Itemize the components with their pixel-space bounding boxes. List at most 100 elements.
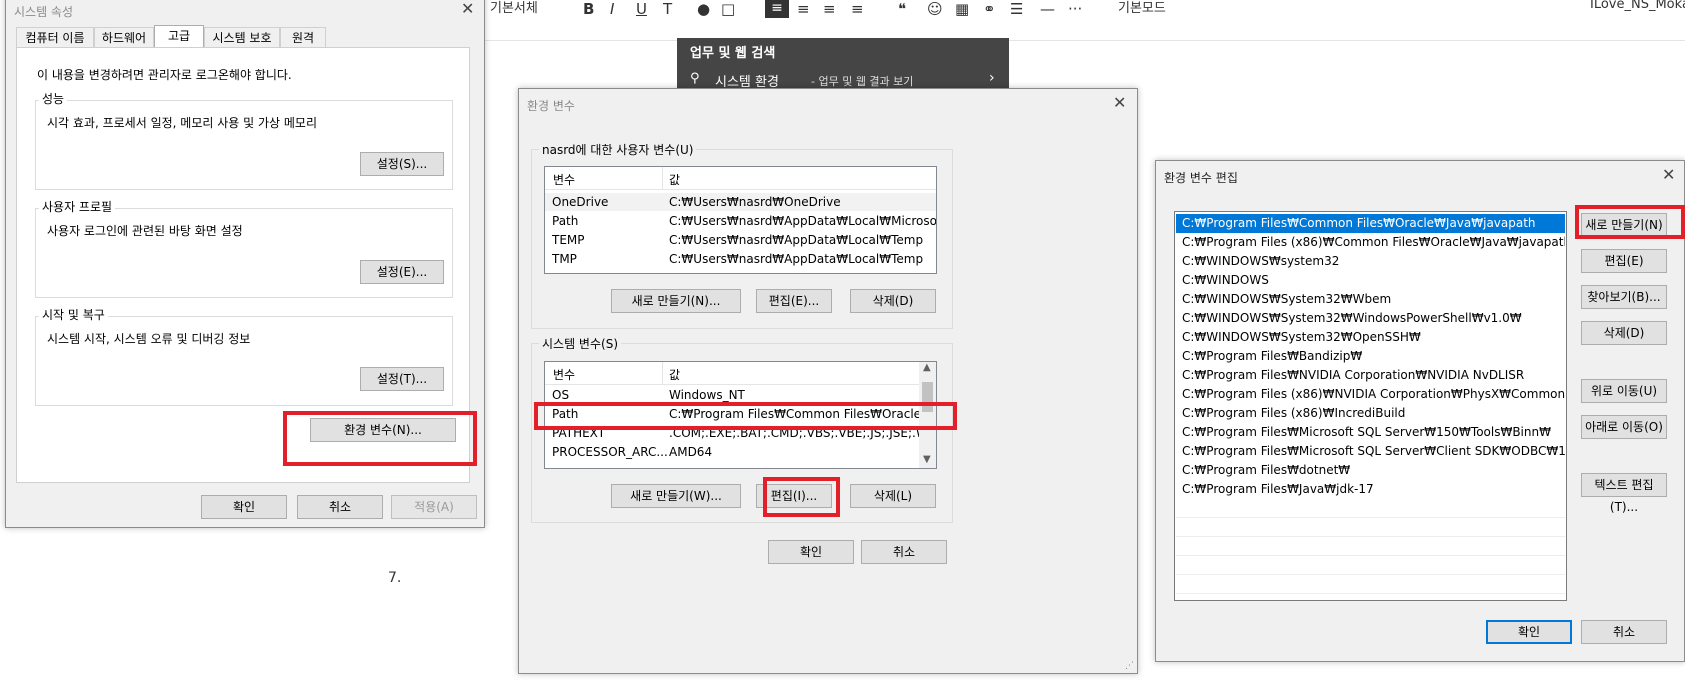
close-icon[interactable]: ✕ bbox=[461, 0, 474, 18]
list-item[interactable]: C:₩WINDOWS₩system32 bbox=[1176, 252, 1565, 271]
ok-button[interactable]: 확인 bbox=[1486, 620, 1572, 644]
list-item[interactable] bbox=[1176, 499, 1565, 518]
tab-hardware[interactable]: 하드웨어 bbox=[94, 27, 154, 47]
list-item[interactable]: C:₩Program Files₩NVIDIA Corporation₩NVID… bbox=[1176, 366, 1565, 385]
editor-toolbar bbox=[480, 0, 1685, 41]
column-value[interactable]: 값 bbox=[669, 366, 680, 383]
apply-button[interactable]: 적용(A) bbox=[391, 495, 477, 519]
startup-desc: 시스템 시작, 시스템 오류 및 디버깅 정보 bbox=[47, 332, 251, 346]
list-item[interactable]: C:₩WINDOWS bbox=[1176, 271, 1565, 290]
table-row[interactable]: Path C:₩Users₩nasrd₩AppData₩Local₩Microso… bbox=[545, 212, 936, 230]
list-item[interactable]: C:₩Program Files (x86)₩IncrediBuild bbox=[1176, 404, 1565, 423]
column-value[interactable]: 값 bbox=[669, 171, 680, 188]
table-icon[interactable]: ▦ bbox=[955, 0, 969, 18]
list-item[interactable]: C:₩Program Files₩Common Files₩Oracle₩Jav… bbox=[1176, 214, 1565, 233]
list-header: 변수 값 bbox=[545, 362, 919, 385]
list-item[interactable]: C:₩WINDOWS₩System32₩WindowsPowerShell₩v1… bbox=[1176, 309, 1565, 328]
column-divider bbox=[662, 167, 663, 189]
list-item[interactable]: C:₩Program Files₩Java₩jdk-17 bbox=[1176, 480, 1565, 499]
user-profile-desc: 사용자 로그인에 관련된 바탕 화면 설정 bbox=[47, 224, 243, 238]
cancel-button[interactable]: 취소 bbox=[1581, 620, 1667, 644]
tab-advanced[interactable]: 고급 bbox=[154, 25, 204, 48]
user-new-button[interactable]: 새로 만들기(N)... bbox=[611, 289, 741, 313]
admin-note: 이 내용을 변경하려면 관리자로 로그온해야 합니다. bbox=[37, 68, 292, 82]
column-variable[interactable]: 변수 bbox=[553, 171, 575, 188]
cancel-button[interactable]: 취소 bbox=[861, 540, 947, 564]
column-variable[interactable]: 변수 bbox=[553, 366, 575, 383]
list-item[interactable]: C:₩Program Files (x86)₩NVIDIA Corporatio… bbox=[1176, 385, 1565, 404]
ok-button[interactable]: 확인 bbox=[201, 495, 287, 519]
tab-remote[interactable]: 원격 bbox=[280, 27, 326, 47]
list-item[interactable]: C:₩Program Files (x86)₩Common Files₩Orac… bbox=[1176, 233, 1565, 252]
list-icon[interactable]: ☰ bbox=[1010, 0, 1023, 18]
path-list[interactable]: C:₩Program Files₩Common Files₩Oracle₩Jav… bbox=[1174, 211, 1567, 601]
list-item[interactable]: C:₩WINDOWS₩System32₩Wbem bbox=[1176, 290, 1565, 309]
user-vars-list[interactable]: 변수 값 OneDrive C:₩Users₩nasrd₩OneDrive Pat… bbox=[544, 166, 937, 274]
highlight-env-button bbox=[283, 411, 477, 466]
scroll-up-icon[interactable]: ▲ bbox=[923, 362, 931, 373]
emoji-icon[interactable]: ☺ bbox=[927, 0, 943, 18]
system-new-button[interactable]: 새로 만들기(W)... bbox=[611, 484, 741, 508]
align-right-icon[interactable]: ≡ bbox=[823, 0, 836, 18]
italic-icon[interactable]: I bbox=[610, 0, 614, 18]
align-left-icon[interactable]: ≡ bbox=[765, 0, 789, 18]
delete-button[interactable]: 삭제(D) bbox=[1581, 321, 1667, 345]
user-profile-settings-button[interactable]: 설정(E)... bbox=[360, 260, 444, 284]
move-down-button[interactable]: 아래로 이동(O) bbox=[1581, 415, 1667, 439]
search-hint: - 업무 및 웹 결과 보기 bbox=[811, 75, 914, 88]
resize-grip-icon[interactable]: ⋰ bbox=[1125, 661, 1134, 671]
dialog-title: 환경 변수 편집 bbox=[1164, 171, 1238, 185]
cancel-button[interactable]: 취소 bbox=[297, 495, 383, 519]
list-item[interactable]: C:₩Program Files₩Bandizip₩ bbox=[1176, 347, 1565, 366]
font-style-select[interactable]: 기본서체 bbox=[490, 0, 538, 16]
tab-system-protection[interactable]: 시스템 보호 bbox=[204, 27, 280, 47]
tab-computer-name[interactable]: 컴퓨터 이름 bbox=[16, 27, 94, 47]
move-up-button[interactable]: 위로 이동(U) bbox=[1581, 379, 1667, 403]
ok-button[interactable]: 확인 bbox=[768, 540, 854, 564]
text-color-icon[interactable]: ● bbox=[697, 0, 710, 18]
highlight-new-button bbox=[1575, 205, 1685, 239]
paragraph-mode-select[interactable]: 기본모드 bbox=[1118, 0, 1166, 16]
scroll-down-icon[interactable]: ▼ bbox=[923, 454, 931, 465]
table-row[interactable]: TMP C:₩Users₩nasrd₩AppData₩Local₩Temp bbox=[545, 250, 936, 268]
bold-icon[interactable]: B bbox=[583, 0, 594, 18]
close-icon[interactable]: ✕ bbox=[1113, 93, 1126, 112]
search-panel-title: 업무 및 웹 검색 bbox=[690, 46, 776, 61]
underline-icon[interactable]: U bbox=[636, 0, 647, 18]
divider-icon[interactable]: — bbox=[1040, 0, 1055, 18]
list-item[interactable] bbox=[1176, 537, 1565, 556]
chevron-right-icon[interactable]: › bbox=[989, 70, 995, 86]
link-icon[interactable]: ⚭ bbox=[983, 0, 996, 18]
more-icon[interactable]: ··· bbox=[1068, 0, 1082, 18]
startup-settings-button[interactable]: 설정(T)... bbox=[360, 367, 444, 391]
list-item[interactable] bbox=[1176, 518, 1565, 537]
edit-button[interactable]: 편집(E) bbox=[1581, 249, 1667, 273]
list-item[interactable] bbox=[1176, 556, 1565, 575]
list-item[interactable]: C:₩Program Files₩Microsoft SQL Server₩15… bbox=[1176, 423, 1565, 442]
user-edit-button[interactable]: 편집(E)... bbox=[756, 289, 832, 313]
column-divider bbox=[662, 362, 663, 384]
performance-desc: 시각 효과, 프로세서 일정, 메모리 사용 및 가상 메모리 bbox=[47, 116, 317, 130]
list-item[interactable]: C:₩Program Files₩Microsoft SQL Server₩Cl… bbox=[1176, 442, 1565, 461]
table-row[interactable]: OneDrive C:₩Users₩nasrd₩OneDrive bbox=[545, 193, 936, 211]
align-justify-icon[interactable]: ≡ bbox=[851, 0, 864, 18]
user-delete-button[interactable]: 삭제(D) bbox=[850, 289, 936, 313]
browse-button[interactable]: 찾아보기(B)... bbox=[1581, 285, 1667, 309]
align-center-icon[interactable]: ≡ bbox=[797, 0, 810, 18]
close-icon[interactable]: ✕ bbox=[1662, 165, 1675, 184]
performance-settings-button[interactable]: 설정(S)... bbox=[360, 152, 444, 176]
list-item[interactable]: C:₩Program Files₩dotnet₩ bbox=[1176, 461, 1565, 480]
highlight-edit-button bbox=[763, 477, 840, 517]
user-profile-legend: 사용자 프로필 bbox=[39, 198, 116, 215]
strikethrough-icon[interactable]: T bbox=[663, 0, 672, 18]
list-item[interactable] bbox=[1176, 575, 1565, 594]
list-item[interactable]: C:₩WINDOWS₩System32₩OpenSSH₩ bbox=[1176, 328, 1565, 347]
text-bg-icon[interactable]: □ bbox=[721, 0, 735, 18]
quote-icon[interactable]: ❝ bbox=[898, 0, 906, 18]
table-row[interactable]: PROCESSOR_ARC... AMD64 bbox=[545, 443, 919, 461]
search-panel: 업무 및 웹 검색 ⚲ 시스템 환경 - 업무 및 웹 결과 보기 › bbox=[677, 38, 1009, 94]
environment-variables-dialog: 환경 변수 ✕ nasrd에 대한 사용자 변수(U) 변수 값 OneDriv… bbox=[518, 88, 1138, 674]
table-row[interactable]: TEMP C:₩Users₩nasrd₩AppData₩Local₩Temp bbox=[545, 231, 936, 249]
edit-text-button[interactable]: 텍스트 편집(T)... bbox=[1581, 473, 1667, 514]
system-delete-button[interactable]: 삭제(L) bbox=[850, 484, 936, 508]
